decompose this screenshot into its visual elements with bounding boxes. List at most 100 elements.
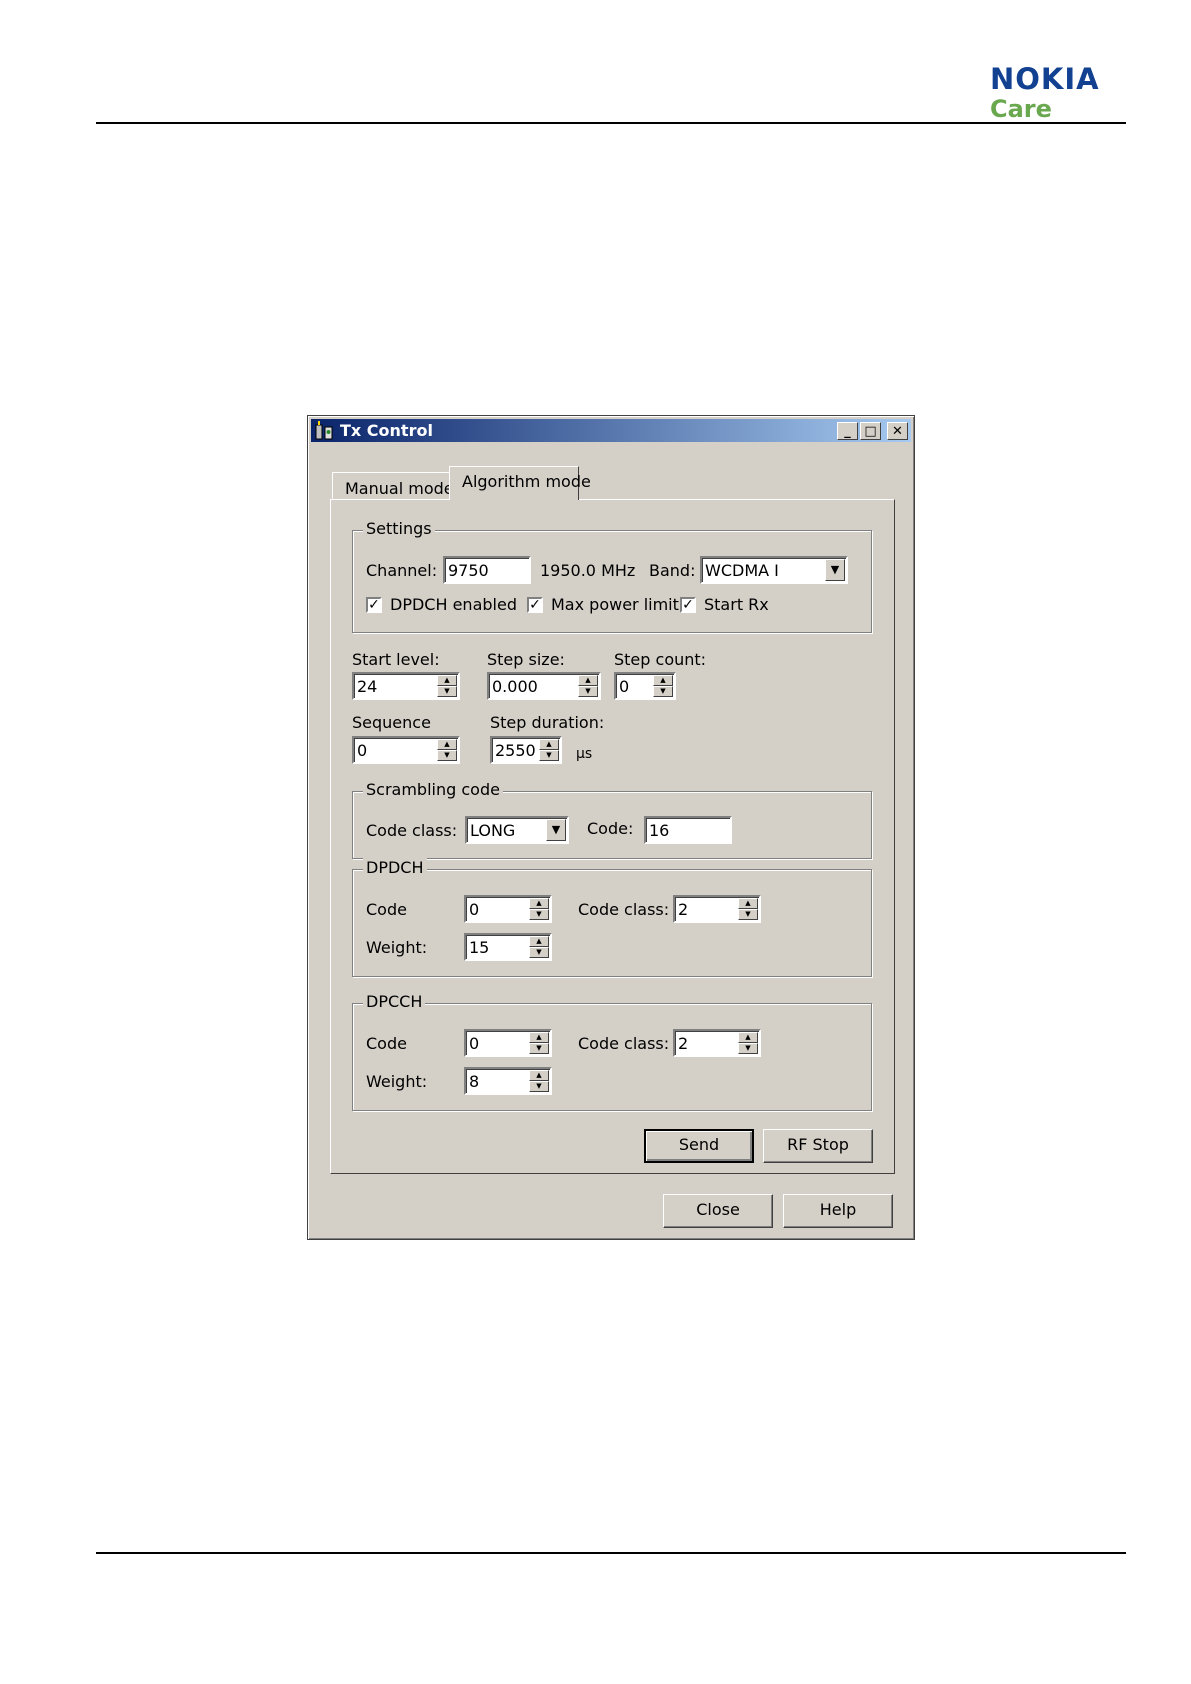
checkmark-icon: ✓ [366,596,382,613]
step-duration-stepper[interactable]: 2550 ▲ ▼ [490,736,562,764]
dpcch-legend: DPCCH [363,992,426,1011]
dpcch-weight-spin[interactable]: ▲ ▼ [529,1070,549,1092]
spin-down-icon[interactable]: ▼ [529,909,549,920]
band-dropdown-button[interactable]: ▼ [825,559,845,581]
dpdch-code-class-spin[interactable]: ▲ ▼ [738,898,758,920]
dpcch-group: DPCCH Code 0 ▲ ▼ Code class: 2 ▲ ▼ Weight:… [352,992,872,1111]
spin-up-icon[interactable]: ▲ [578,675,598,686]
spin-down-icon[interactable]: ▼ [437,750,457,761]
step-size-value: 0.000 [492,677,538,696]
sequence-stepper[interactable]: 0 ▲ ▼ [352,736,460,764]
spin-down-icon[interactable]: ▼ [437,686,457,697]
spin-down-icon[interactable]: ▼ [529,1081,549,1092]
spin-down-icon[interactable]: ▼ [578,686,598,697]
start-level-stepper[interactable]: 24 ▲ ▼ [352,672,460,700]
help-button[interactable]: Help [783,1194,893,1228]
settings-legend: Settings [363,519,435,538]
send-button[interactable]: Send [644,1129,754,1163]
dpcch-code-spin[interactable]: ▲ ▼ [529,1032,549,1054]
close-window-button[interactable]: ✕ [887,422,908,440]
tx-control-window: Tx Control _ □ ✕ Manual mode Algorithm m… [307,415,915,1240]
close-icon: ✕ [892,423,903,439]
step-size-label: Step size: [487,650,565,669]
scrambling-code-input[interactable]: 16 [644,816,732,844]
start-level-label: Start level: [352,650,440,669]
spin-down-icon[interactable]: ▼ [653,686,673,697]
minimize-icon: _ [844,423,851,439]
dpdch-group: DPDCH Code 0 ▲ ▼ Code class: 2 ▲ ▼ Weight:… [352,858,872,977]
spin-up-icon[interactable]: ▲ [738,898,758,909]
spin-up-icon[interactable]: ▲ [529,1070,549,1081]
antenna-app-icon [315,420,333,439]
tab-manual-mode[interactable]: Manual mode [332,472,454,499]
start-level-spin[interactable]: ▲ ▼ [437,675,457,697]
step-count-label: Step count: [614,650,707,669]
chevron-down-icon: ▼ [830,563,840,576]
microseconds-unit: µs [576,746,593,762]
start-rx-label: Start Rx [704,595,769,614]
dpdch-code-stepper[interactable]: 0 ▲ ▼ [464,895,552,923]
footer-rule [96,1552,1126,1554]
algorithm-mode-panel: Settings Channel: 9750 1950.0 MHz Band: … [330,499,895,1174]
close-button[interactable]: Close [663,1194,773,1228]
max-power-limit-label: Max power limit [551,595,679,614]
sequence-spin[interactable]: ▲ ▼ [437,739,457,761]
spin-up-icon[interactable]: ▲ [539,739,559,750]
dpdch-enabled-checkbox[interactable]: ✓ DPDCH enabled [366,595,517,614]
spin-up-icon[interactable]: ▲ [529,936,549,947]
spin-up-icon[interactable]: ▲ [437,675,457,686]
scrambling-code-legend: Scrambling code [363,780,503,799]
max-power-limit-checkbox[interactable]: ✓ Max power limit [527,595,679,614]
sequence-label: Sequence [352,713,431,732]
spin-down-icon[interactable]: ▼ [539,750,559,761]
maximize-button[interactable]: □ [860,422,881,440]
title-bar[interactable]: Tx Control _ □ ✕ [311,419,911,442]
band-select[interactable]: WCDMA I ▼ [700,556,848,584]
spin-down-icon[interactable]: ▼ [738,909,758,920]
tab-algorithm-mode[interactable]: Algorithm mode [449,466,591,500]
dpcch-code-class-stepper[interactable]: 2 ▲ ▼ [673,1029,761,1057]
nokia-wordmark: NOKIA [990,62,1100,96]
channel-input[interactable]: 9750 [443,556,531,584]
rf-stop-button[interactable]: RF Stop [763,1129,873,1163]
code-class-dropdown-button[interactable]: ▼ [546,819,566,841]
dpdch-legend: DPDCH [363,858,427,877]
dpdch-code-spin[interactable]: ▲ ▼ [529,898,549,920]
dpcch-code-class-spin[interactable]: ▲ ▼ [738,1032,758,1054]
step-size-stepper[interactable]: 0.000 ▲ ▼ [487,672,601,700]
maximize-icon: □ [864,423,877,439]
frequency-readout: 1950.0 MHz [540,561,636,580]
step-size-spin[interactable]: ▲ ▼ [578,675,598,697]
dpcch-weight-value: 8 [469,1072,480,1091]
spin-down-icon[interactable]: ▼ [529,1043,549,1054]
spin-up-icon[interactable]: ▲ [529,1032,549,1043]
scrambling-code-label: Code: [587,819,634,838]
spin-up-icon[interactable]: ▲ [437,739,457,750]
step-count-value: 0 [619,677,630,696]
spin-down-icon[interactable]: ▼ [529,947,549,958]
spin-up-icon[interactable]: ▲ [738,1032,758,1043]
band-label: Band: [649,561,696,580]
dpcch-code-class-label: Code class: [578,1034,670,1053]
start-rx-checkbox[interactable]: ✓ Start Rx [680,595,769,614]
dpcch-weight-label: Weight: [366,1072,428,1091]
dpdch-code-class-stepper[interactable]: 2 ▲ ▼ [673,895,761,923]
spin-down-icon[interactable]: ▼ [738,1043,758,1054]
spin-up-icon[interactable]: ▲ [653,675,673,686]
dpdch-code-class-label: Code class: [578,900,670,919]
dpdch-weight-value: 15 [469,938,490,957]
step-count-stepper[interactable]: 0 ▲ ▼ [614,672,676,700]
dpcch-code-stepper[interactable]: 0 ▲ ▼ [464,1029,552,1057]
scrambling-code-class-label: Code class: [366,821,458,840]
care-wordmark: Care [990,95,1052,123]
step-duration-spin[interactable]: ▲ ▼ [539,739,559,761]
channel-label: Channel: [366,561,438,580]
step-count-spin[interactable]: ▲ ▼ [653,675,673,697]
minimize-button[interactable]: _ [837,422,858,440]
dpdch-weight-spin[interactable]: ▲ ▼ [529,936,549,958]
dpcch-weight-stepper[interactable]: 8 ▲ ▼ [464,1067,552,1095]
spin-up-icon[interactable]: ▲ [529,898,549,909]
scrambling-code-class-select[interactable]: LONG ▼ [465,816,569,844]
start-level-value: 24 [357,677,378,696]
dpdch-weight-stepper[interactable]: 15 ▲ ▼ [464,933,552,961]
